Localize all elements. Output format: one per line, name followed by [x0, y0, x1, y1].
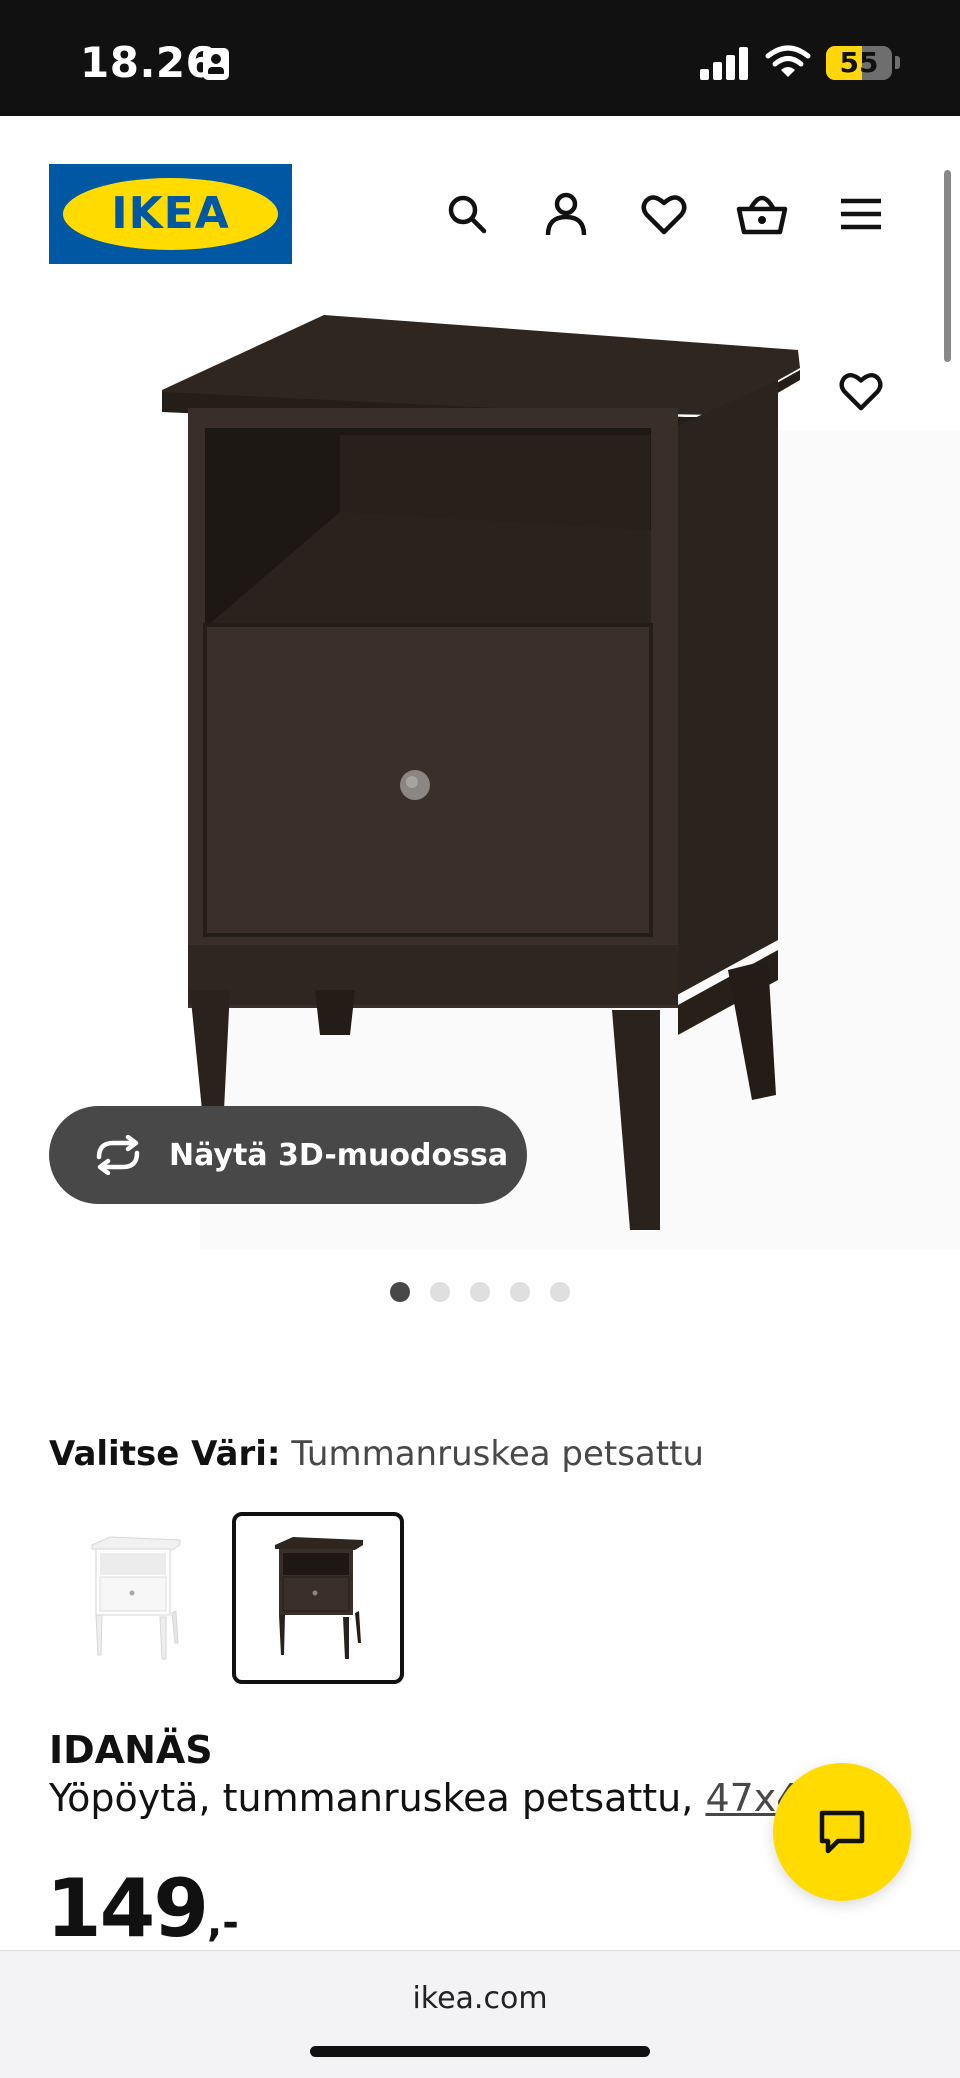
basket-icon[interactable] — [734, 186, 790, 242]
color-swatch-white[interactable] — [49, 1512, 221, 1684]
price-integer: 149 — [46, 1862, 209, 1955]
carousel-dot[interactable] — [470, 1282, 490, 1302]
ikea-logo[interactable]: IKEA — [49, 164, 292, 264]
heart-icon[interactable] — [636, 186, 692, 242]
view-in-3d-button[interactable]: Näytä 3D-muodossa — [49, 1106, 527, 1204]
battery-percentage: 55 — [839, 46, 879, 79]
color-swatch-dark-brown[interactable] — [232, 1512, 404, 1684]
battery-tip — [895, 56, 900, 69]
rotate-3d-icon — [91, 1135, 145, 1175]
wifi-icon — [765, 45, 811, 77]
price-suffix: ,- — [207, 1900, 239, 1946]
logo-oval: IKEA — [63, 178, 278, 250]
color-label: Valitse Väri: — [49, 1434, 281, 1474]
contact-card-icon — [203, 48, 229, 80]
carousel-dot[interactable] — [430, 1282, 450, 1302]
product-description: Yöpöytä, tummanruskea petsattu, 47x40 — [49, 1776, 825, 1820]
view-in-3d-label: Näytä 3D-muodossa — [169, 1137, 509, 1173]
product-price: 149,- — [46, 1862, 239, 1955]
search-icon[interactable] — [439, 186, 495, 242]
menu-icon[interactable] — [833, 186, 889, 242]
heart-outline-icon — [839, 373, 883, 411]
account-icon[interactable] — [538, 186, 594, 242]
color-selector-label: Valitse Väri: Tummanruskea petsattu — [49, 1434, 704, 1474]
cellular-signal-icon — [700, 46, 750, 80]
browser-url[interactable]: ikea.com — [0, 1981, 960, 2016]
chat-icon — [819, 1810, 865, 1854]
product-description-text: Yöpöytä, tummanruskea petsattu, — [49, 1776, 706, 1820]
logo-text: IKEA — [111, 188, 230, 239]
browser-address-bar[interactable]: ikea.com — [0, 1950, 960, 2078]
product-name: IDANÄS — [49, 1728, 213, 1772]
status-bar: 18.26 55 — [0, 0, 960, 116]
chat-button[interactable] — [773, 1763, 911, 1901]
home-indicator[interactable] — [310, 2046, 650, 2057]
carousel-dot[interactable] — [550, 1282, 570, 1302]
selected-color-value: Tummanruskea petsattu — [291, 1434, 704, 1474]
image-carousel-dots[interactable] — [390, 1282, 570, 1302]
carousel-dot[interactable] — [390, 1282, 410, 1302]
dark-brown-nightstand-thumbnail — [275, 1537, 363, 1659]
battery-indicator: 55 — [826, 46, 892, 80]
white-nightstand-thumbnail — [91, 1536, 181, 1660]
add-to-wishlist-button[interactable] — [832, 362, 890, 420]
carousel-dot[interactable] — [510, 1282, 530, 1302]
status-time: 18.26 — [80, 38, 216, 87]
